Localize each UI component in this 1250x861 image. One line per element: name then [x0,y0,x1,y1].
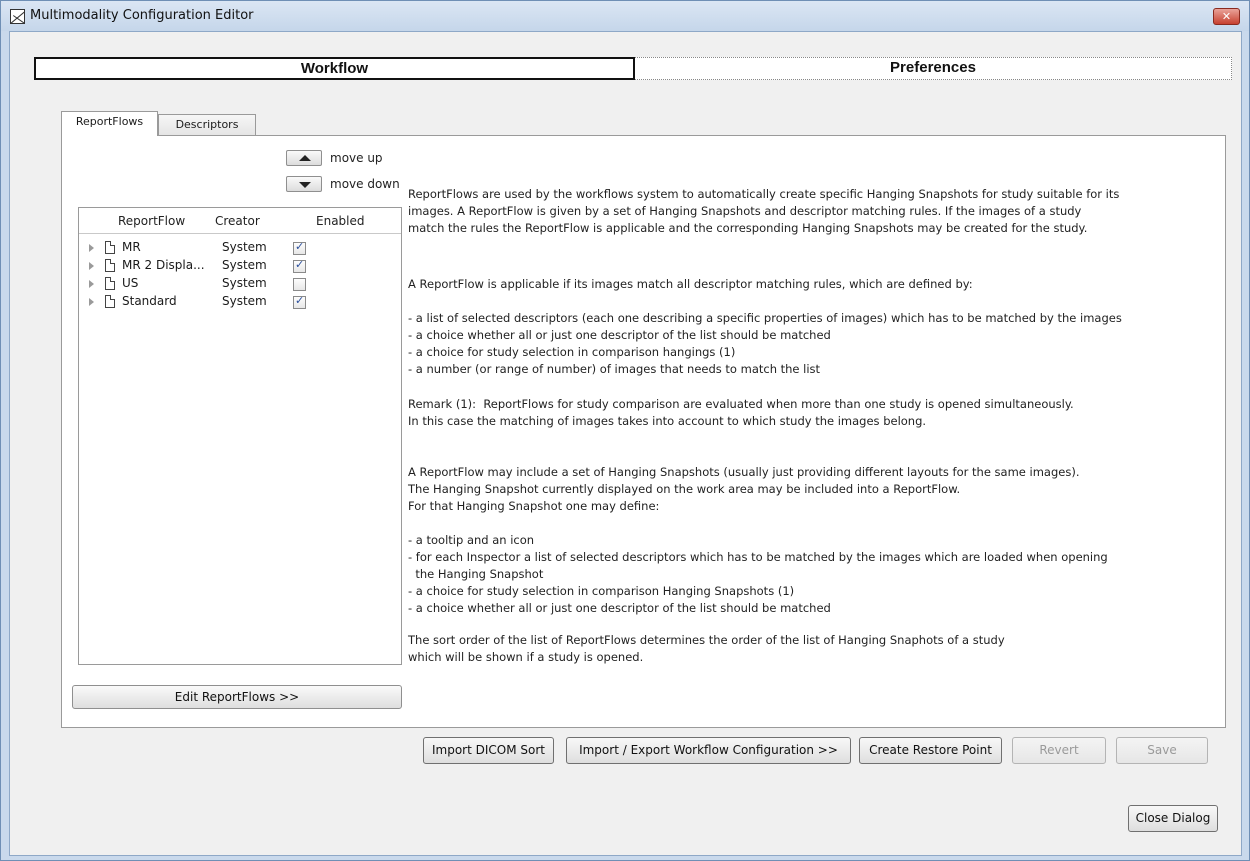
document-icon [105,295,115,308]
row-creator: System [222,294,267,308]
document-icon [105,259,115,272]
row-creator: System [222,240,267,254]
enabled-checkbox[interactable] [293,294,306,309]
row-name: MR 2 Displa... [122,258,205,272]
row-name: US [122,276,139,290]
import-dicom-sort-button[interactable]: Import DICOM Sort [423,737,554,764]
window-title: Multimodality Configuration Editor [30,8,254,23]
table-row[interactable]: Standard System [79,293,401,311]
description-snapshots: A ReportFlow may include a set of Hangin… [408,465,1080,513]
table-row[interactable]: US System [79,275,401,293]
enabled-checkbox[interactable] [293,278,306,291]
tab-workflow[interactable]: Workflow [34,57,635,80]
editor-window: Multimodality Configuration Editor ✕ Wor… [0,0,1250,861]
expand-arrow-icon[interactable] [89,262,94,270]
document-icon [105,277,115,290]
description-snapshot-options: - a tooltip and an icon - for each Inspe… [408,533,1108,615]
move-up-button[interactable] [286,150,322,166]
title-bar: Multimodality Configuration Editor ✕ [1,1,1249,31]
table-header: ReportFlow Creator Enabled [79,208,401,234]
arrow-down-icon [299,182,311,188]
description-applicable: A ReportFlow is applicable if its images… [408,277,973,291]
edit-reportflows-button[interactable]: Edit ReportFlows >> [72,685,402,709]
document-icon [105,241,115,254]
description-rules-list: - a list of selected descriptors (each o… [408,311,1122,376]
window-close-button[interactable]: ✕ [1213,8,1240,25]
create-restore-point-button[interactable]: Create Restore Point [859,737,1002,764]
tab-preferences[interactable]: Preferences [635,57,1232,80]
table-row[interactable]: MR 2 Displa... System [79,257,401,275]
save-button[interactable]: Save [1116,737,1208,764]
enabled-checkbox[interactable] [293,258,306,273]
close-dialog-button[interactable]: Close Dialog [1128,805,1218,832]
import-export-workflow-button[interactable]: Import / Export Workflow Configuration >… [566,737,851,764]
app-icon [10,9,25,24]
expand-arrow-icon[interactable] [89,298,94,306]
column-header-enabled[interactable]: Enabled [316,214,365,228]
row-creator: System [222,258,267,272]
description-intro: ReportFlows are used by the workflows sy… [408,187,1120,235]
description-sort-order: The sort order of the list of ReportFlow… [408,633,1005,664]
column-header-creator[interactable]: Creator [215,214,260,228]
expand-arrow-icon[interactable] [89,280,94,288]
row-creator: System [222,276,267,290]
reportflow-table: ReportFlow Creator Enabled MR System MR … [78,207,402,665]
row-name: Standard [122,294,177,308]
column-header-reportflow[interactable]: ReportFlow [118,214,185,228]
move-down-label: move down [330,177,400,191]
row-name: MR [122,240,141,254]
description-remark: Remark (1): ReportFlows for study compar… [408,397,1074,428]
revert-button[interactable]: Revert [1012,737,1106,764]
expand-arrow-icon[interactable] [89,244,94,252]
table-row[interactable]: MR System [79,239,401,257]
tab-reportflows[interactable]: ReportFlows [61,111,158,136]
enabled-checkbox[interactable] [293,240,306,255]
arrow-up-icon [299,155,311,161]
dialog-body: Workflow Preferences Descriptors ReportF… [9,31,1242,856]
move-up-label: move up [330,151,383,165]
move-down-button[interactable] [286,176,322,192]
tab-descriptors[interactable]: Descriptors [158,114,256,137]
